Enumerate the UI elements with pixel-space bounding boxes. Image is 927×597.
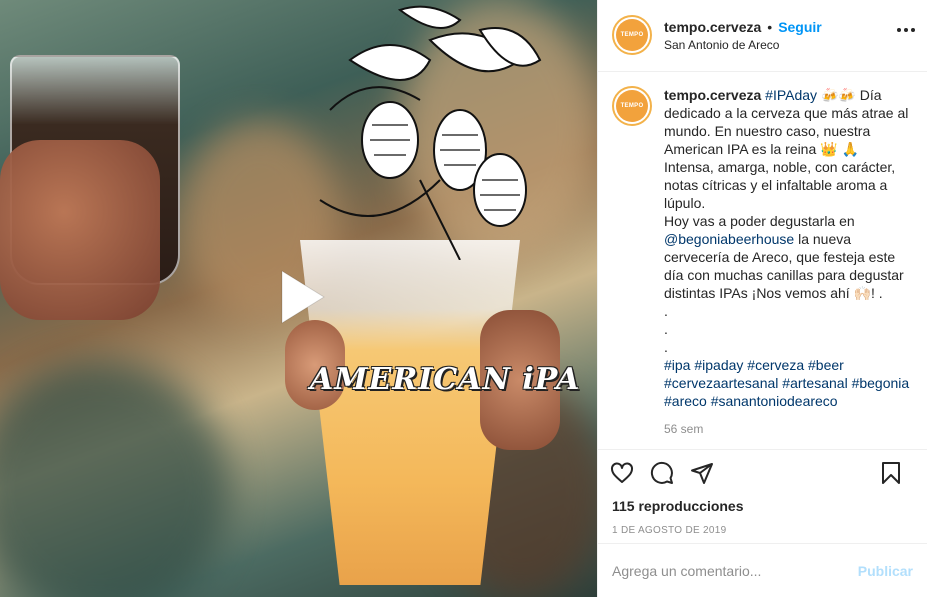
more-icon[interactable] <box>897 28 915 34</box>
comment-icon <box>650 461 673 484</box>
caption-segment: Hoy vas a poder degustarla en <box>664 212 859 229</box>
hashtag-link[interactable]: #areco <box>664 393 707 409</box>
caption-segment <box>844 357 848 373</box>
hashtag-link[interactable]: #cerveza <box>747 357 804 373</box>
caption-text: tempo.cerveza #IPAday 🍻🍻 Día dedicado a … <box>664 86 913 410</box>
play-icon[interactable] <box>268 265 332 329</box>
hops-illustration <box>319 5 542 260</box>
post-date[interactable]: 1 DE AGOSTO DE 2019 <box>598 519 927 543</box>
caption-segment: . <box>664 320 668 337</box>
avatar-logo: TEMPO <box>616 19 648 52</box>
caption-line: . <box>664 320 913 338</box>
hashtag-link[interactable]: #begonia <box>852 375 910 391</box>
caption-line: #ipa #ipaday #cerveza #beer #cervezaarte… <box>664 356 913 410</box>
hashtag-link[interactable]: #cervezaartesanal <box>664 375 778 391</box>
username-link[interactable]: tempo.cerveza <box>664 87 761 103</box>
hashtag-link[interactable]: @begoniabeerhouse <box>664 231 794 247</box>
caption-line: . <box>664 302 913 320</box>
hashtag-link[interactable]: #sanantoniodeareco <box>711 393 838 409</box>
header-names: tempo.cerveza • Seguir San Antonio de Ar… <box>664 19 822 52</box>
comment-button[interactable] <box>648 459 676 487</box>
post-time[interactable]: 56 sem <box>664 420 913 438</box>
location-link[interactable]: San Antonio de Areco <box>664 38 822 52</box>
caption-avatar[interactable]: TEMPO <box>612 85 652 126</box>
views-count[interactable]: 115 reproducciones <box>598 495 927 517</box>
comments-area: TEMPO tempo.cerveza #IPAday 🍻🍻 Día dedic… <box>598 72 927 449</box>
header-row: tempo.cerveza • Seguir <box>664 19 822 35</box>
post-sidebar: TEMPO tempo.cerveza • Seguir San Antonio… <box>597 0 927 597</box>
post-video[interactable]: AMERICAN iPA <box>0 0 597 597</box>
caption-line: tempo.cerveza #IPAday 🍻🍻 Día dedicado a … <box>664 86 913 158</box>
hashtag-link[interactable]: #artesanal <box>782 375 847 391</box>
video-overlay-text: AMERICAN iPA <box>310 362 581 397</box>
share-icon <box>691 462 713 484</box>
bookmark-icon <box>882 462 900 485</box>
hashtag-link[interactable]: #ipa <box>664 357 690 373</box>
hashtag-link[interactable]: #IPAday <box>765 87 817 103</box>
instagram-post: AMERICAN iPA TEMPO tempo.cerveza • Segui… <box>0 0 927 597</box>
caption-segment <box>909 375 913 391</box>
caption-line: Hoy vas a poder degustarla en @begoniabe… <box>664 212 913 302</box>
comment-input[interactable]: Agrega un comentario... <box>612 563 761 579</box>
username-link[interactable]: tempo.cerveza <box>664 19 761 35</box>
hashtag-link[interactable]: #ipaday <box>694 357 743 373</box>
save-button[interactable] <box>877 459 905 487</box>
heart-icon <box>611 462 633 483</box>
avatar-logo: TEMPO <box>616 89 648 122</box>
bg-shape <box>0 360 230 597</box>
separator-dot: • <box>767 18 773 35</box>
post-header: TEMPO tempo.cerveza • Seguir San Antonio… <box>598 0 927 72</box>
add-comment-bar: Agrega un comentario... Publicar <box>598 543 927 597</box>
caption-line: . <box>664 338 913 356</box>
caption-segment: . <box>664 302 668 319</box>
follow-button[interactable]: Seguir <box>778 19 822 35</box>
avatar[interactable]: TEMPO <box>612 15 652 56</box>
action-bar <box>598 449 927 495</box>
like-button[interactable] <box>608 459 636 487</box>
caption-segment: Intensa, amarga, noble, con carácter, no… <box>664 158 900 211</box>
share-button[interactable] <box>688 459 716 487</box>
publish-button[interactable]: Publicar <box>858 563 913 579</box>
hashtag-link[interactable]: #beer <box>808 357 844 373</box>
caption-line: Intensa, amarga, noble, con carácter, no… <box>664 158 913 212</box>
caption-segment: . <box>664 338 668 355</box>
caption: tempo.cerveza #IPAday 🍻🍻 Día dedicado a … <box>664 86 913 449</box>
hand-left <box>0 140 160 320</box>
